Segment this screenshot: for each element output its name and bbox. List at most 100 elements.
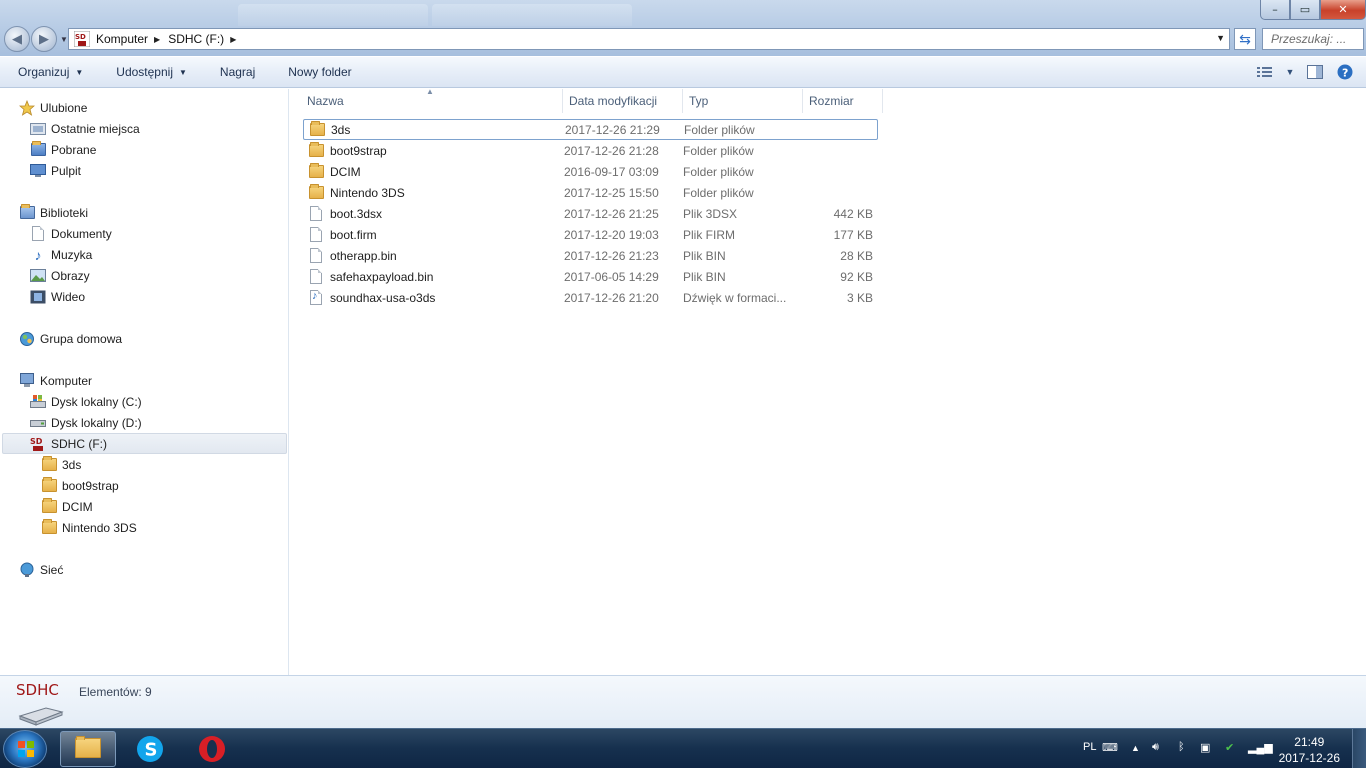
change-view-button[interactable] — [1254, 62, 1276, 82]
file-name: soundhax-usa-o3ds — [330, 290, 436, 305]
usb-device-icon[interactable]: ▣ — [1200, 741, 1210, 754]
organize-button[interactable]: Organizuj ▼ — [0, 65, 98, 79]
share-label: Udostępnij — [116, 65, 173, 79]
column-header-name[interactable]: Nazwa ▲ — [301, 87, 563, 113]
taskbar-explorer-button[interactable] — [60, 731, 116, 767]
search-box[interactable] — [1262, 28, 1364, 50]
view-options-dropdown-icon[interactable]: ▼ — [1284, 62, 1296, 82]
nav-folder-nintendo-3ds[interactable]: Nintendo 3DS — [40, 517, 137, 538]
column-header-date[interactable]: Data modyfikacji — [563, 89, 683, 113]
file-date: 2016-09-17 03:09 — [564, 164, 659, 179]
file-icon — [307, 269, 325, 285]
breadcrumb-sdhc[interactable]: SDHC (F:) — [168, 32, 224, 46]
file-name-cell: otherapp.bin — [303, 248, 563, 264]
share-button[interactable]: Udostępnij ▼ — [98, 65, 202, 79]
nav-item-pictures[interactable]: Obrazy — [29, 265, 90, 286]
nav-item-recent-places[interactable]: Ostatnie miejsca — [29, 118, 140, 139]
taskbar-skype-button[interactable]: S — [122, 731, 178, 767]
clock[interactable]: 21:49 2017-12-26 — [1279, 734, 1340, 766]
navigation-pane: Ulubione Ostatnie miejsca Pobrane Pulpit… — [0, 89, 289, 675]
file-row[interactable]: boot9strap 2017-12-26 21:28 Folder plików — [303, 140, 878, 161]
breadcrumb-computer[interactable]: Komputer — [96, 32, 148, 46]
nav-item-music[interactable]: ♪ Muzyka — [29, 244, 93, 265]
file-name-cell: Nintendo 3DS — [303, 184, 563, 201]
language-indicator[interactable]: PL — [1083, 741, 1096, 753]
new-folder-button[interactable]: Nowy folder — [270, 65, 366, 79]
volume-icon[interactable]: 🔊︎ — [1152, 741, 1159, 754]
nav-item-desktop[interactable]: Pulpit — [29, 160, 81, 181]
file-name: boot.firm — [330, 227, 377, 242]
nav-network[interactable]: Sieć — [18, 559, 63, 580]
address-history-dropdown-icon[interactable]: ▼ — [1216, 33, 1225, 43]
minimize-button[interactable]: – — [1260, 0, 1290, 20]
file-row[interactable]: ♪ soundhax-usa-o3ds 2017-12-26 21:20 Dźwięk… — [303, 287, 878, 308]
file-name: otherapp.bin — [330, 248, 397, 263]
view-controls: ▼ ? — [1254, 62, 1356, 82]
nav-drive-d[interactable]: Dysk lokalny (D:) — [29, 412, 142, 433]
nav-drive-sdhc[interactable]: SD SDHC (F:) — [2, 433, 287, 454]
file-row[interactable]: 3ds 2017-12-26 21:29 Folder plików — [303, 119, 878, 140]
background-window-tab — [238, 4, 428, 26]
file-name-cell: boot9strap — [303, 142, 563, 159]
item-count: Elementów: 9 — [79, 685, 152, 699]
folder-icon — [308, 121, 326, 138]
file-type: Plik BIN — [683, 269, 726, 284]
skype-icon: S — [137, 736, 163, 762]
file-row[interactable]: boot.3dsx 2017-12-26 21:25 Plik 3DSX 442 KB — [303, 203, 878, 224]
show-hidden-icons-icon[interactable]: ▲ — [1131, 743, 1140, 753]
folder-icon — [40, 519, 58, 536]
file-row[interactable]: otherapp.bin 2017-12-26 21:23 Plik BIN 28 K… — [303, 245, 878, 266]
background-window-tab — [432, 4, 632, 26]
file-row[interactable]: Nintendo 3DS 2017-12-25 15:50 Folder plikó… — [303, 182, 878, 203]
address-bar[interactable]: SD Komputer ▶ SDHC (F:) ▶ ▼ — [68, 28, 1230, 50]
column-header-type[interactable]: Typ — [683, 89, 803, 113]
column-header-label: Nazwa — [307, 94, 344, 108]
burn-button[interactable]: Nagraj — [202, 65, 270, 79]
file-type: Folder plików — [684, 122, 755, 137]
nav-item-downloads[interactable]: Pobrane — [29, 139, 96, 160]
bluetooth-icon[interactable]: ᛒ — [1178, 741, 1185, 753]
taskbar: S PL ⌨ ▲ 🔊︎ ᛒ ▣ ✔ ▂▄▆ 21:49 2017-12-26 — [0, 728, 1366, 768]
file-name: Nintendo 3DS — [330, 185, 405, 200]
file-row[interactable]: boot.firm 2017-12-20 19:03 Plik FIRM 177 KB — [303, 224, 878, 245]
file-icon — [307, 248, 325, 264]
nav-item-documents[interactable]: Dokumenty — [29, 223, 112, 244]
nav-folder-boot9strap[interactable]: boot9strap — [40, 475, 119, 496]
forward-button[interactable]: ▶ — [31, 26, 57, 52]
sync-icon[interactable]: ✔ — [1225, 741, 1234, 754]
organize-label: Organizuj — [18, 65, 70, 79]
network-signal-icon[interactable]: ▂▄▆ — [1248, 741, 1273, 754]
show-desktop-button[interactable] — [1352, 729, 1366, 768]
recent-pages-dropdown-icon[interactable]: ▼ — [60, 35, 68, 44]
nav-drive-c[interactable]: Dysk lokalny (C:) — [29, 391, 142, 412]
file-row[interactable]: DCIM 2016-09-17 03:09 Folder plików — [303, 161, 878, 182]
breadcrumb-separator-icon[interactable]: ▶ — [154, 35, 160, 44]
nav-computer[interactable]: Komputer — [18, 370, 92, 391]
folder-icon — [40, 477, 58, 494]
refresh-button[interactable]: ⇆ — [1234, 28, 1256, 50]
breadcrumb-separator-icon[interactable]: ▶ — [230, 35, 236, 44]
search-input[interactable] — [1271, 32, 1357, 46]
film-strip-icon — [29, 289, 47, 305]
nav-favorites[interactable]: Ulubione — [18, 97, 87, 118]
keyboard-icon[interactable]: ⌨ — [1102, 741, 1118, 754]
file-row[interactable]: safehaxpayload.bin 2017-06-05 14:29 Plik B… — [303, 266, 878, 287]
nav-homegroup[interactable]: Grupa domowa — [18, 328, 122, 349]
nav-item-label: 3ds — [62, 457, 82, 472]
taskbar-opera-button[interactable] — [184, 731, 240, 767]
window-controls: – ▭ ✕ — [1260, 0, 1366, 20]
preview-pane-button[interactable] — [1304, 62, 1326, 82]
close-button[interactable]: ✕ — [1320, 0, 1366, 20]
nav-libraries[interactable]: Biblioteki — [18, 202, 88, 223]
maximize-button[interactable]: ▭ — [1290, 0, 1320, 20]
file-list: Nazwa ▲ Data modyfikacji Typ Rozmiar 3ds… — [290, 87, 1366, 675]
column-header-size[interactable]: Rozmiar — [803, 89, 883, 113]
nav-folder-3ds[interactable]: 3ds — [40, 454, 81, 475]
details-view-icon — [1257, 67, 1272, 77]
audio-file-icon: ♪ — [307, 290, 325, 306]
start-button[interactable] — [3, 730, 47, 768]
nav-item-videos[interactable]: Wideo — [29, 286, 85, 307]
help-button[interactable]: ? — [1334, 62, 1356, 82]
back-button[interactable]: ◀ — [4, 26, 30, 52]
nav-folder-dcim[interactable]: DCIM — [40, 496, 93, 517]
